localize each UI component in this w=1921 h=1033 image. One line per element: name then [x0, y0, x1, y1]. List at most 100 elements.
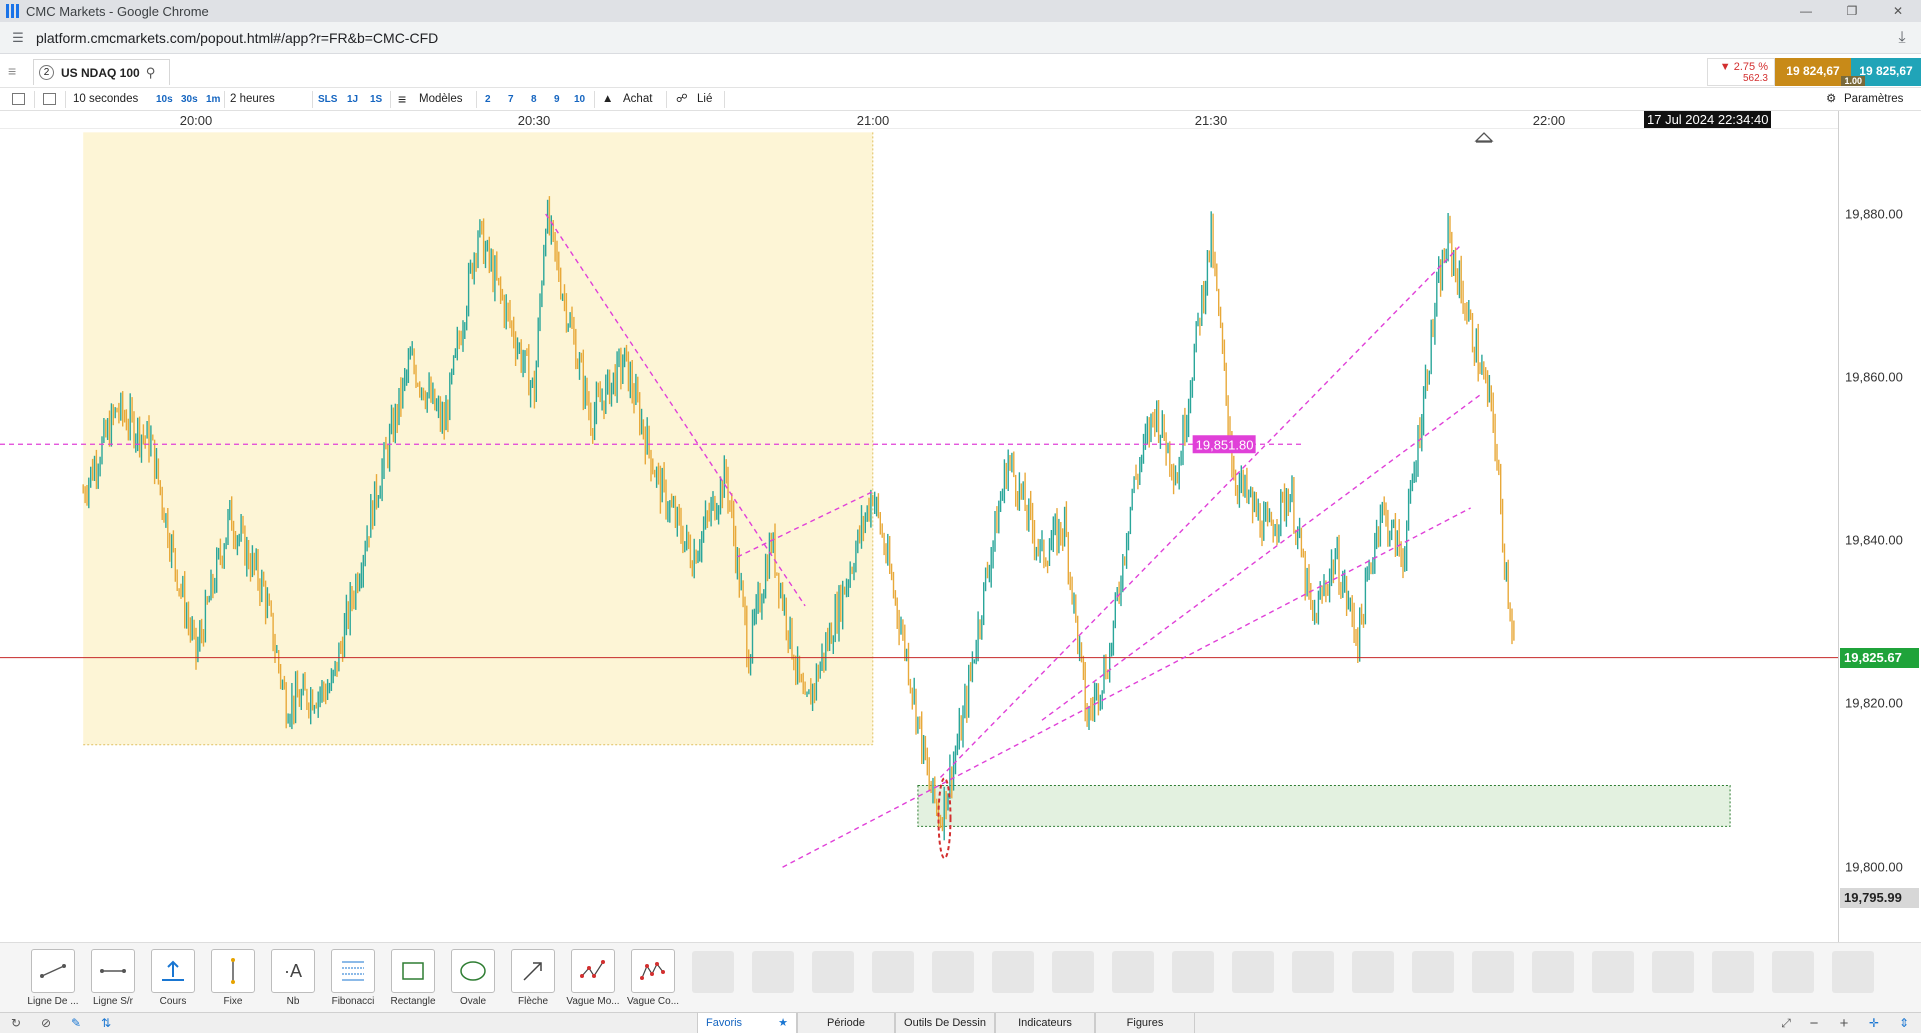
span-option-sls[interactable]: SLS — [318, 88, 337, 111]
tool-label: Vague Co... — [626, 996, 680, 1007]
sell-price-button[interactable]: 19 824,67 1.00 — [1775, 58, 1865, 86]
tool-fibonacci[interactable]: Fibonacci — [325, 949, 381, 1007]
minimize-icon[interactable]: — — [1783, 0, 1829, 22]
span-selector[interactable]: 2 heures — [230, 88, 275, 111]
tool-ellipse[interactable]: Ovale — [445, 949, 501, 1007]
zoom-out-icon[interactable]: − — [1806, 1016, 1822, 1031]
refresh-icon[interactable]: ↻ — [8, 1016, 24, 1031]
tab-label: Favoris — [706, 1017, 743, 1029]
tool-label: Flèche — [517, 996, 548, 1007]
buy-chart-icon[interactable]: ▲ — [602, 88, 613, 111]
empty-tool-slot[interactable] — [1772, 951, 1814, 993]
empty-tool-slot[interactable] — [992, 951, 1034, 993]
link-icon[interactable]: ☍ — [676, 88, 688, 111]
site-settings-icon[interactable]: ☰ — [10, 30, 26, 46]
close-icon[interactable]: ✕ — [1875, 0, 1921, 22]
tool-label: Fixe — [223, 996, 243, 1007]
tab-outils-de-dessin[interactable]: Outils De Dessin — [895, 1013, 995, 1033]
price-ticket: ▼ 2.75 % 562.3 19 824,67 1.00 19 825,67 — [1707, 58, 1921, 86]
search-icon[interactable]: ⚲ — [146, 65, 156, 81]
url-text[interactable]: platform.cmcmarkets.com/popout.html#/app… — [36, 30, 438, 46]
empty-tool-slot[interactable] — [1592, 951, 1634, 993]
empty-tool-slot[interactable] — [692, 951, 734, 993]
chart-canvas[interactable]: 19,851.80 — [0, 129, 1838, 942]
time-axis: 20:00 20:30 21:00 21:30 22:00 17 Jul 202… — [0, 111, 1838, 129]
pencil-icon[interactable]: ✎ — [68, 1016, 84, 1031]
tool-rectangle[interactable]: Rectangle — [385, 949, 441, 1007]
level-price-text: 19,851.80 — [1196, 437, 1254, 452]
vertical-expand-icon[interactable]: ⇕ — [1896, 1016, 1912, 1031]
empty-tool-slot[interactable] — [932, 951, 974, 993]
empty-tool-slot[interactable] — [1112, 951, 1154, 993]
tool-sr-line[interactable]: Ligne S/r — [85, 949, 141, 1007]
tool-impulse-wave[interactable]: Vague Mo... — [565, 949, 621, 1007]
tool-label: Rectangle — [390, 996, 436, 1007]
price-axis[interactable]: 19,880.00 19,860.00 19,840.00 19,820.00 … — [1838, 111, 1921, 942]
highlight-zone — [83, 132, 873, 745]
hamburger-menu-icon[interactable]: ≡ — [8, 64, 22, 78]
templates-button[interactable]: Modèles — [419, 88, 462, 111]
tool-label: Ligne De ... — [27, 996, 79, 1007]
interval-option-1m[interactable]: 1m — [206, 88, 220, 111]
interval-option-10s[interactable]: 10s — [156, 88, 173, 111]
tab-label: Indicateurs — [1018, 1017, 1072, 1029]
interval-selector[interactable]: 10 secondes — [73, 88, 138, 111]
list-icon[interactable] — [12, 93, 25, 105]
empty-tool-slot[interactable] — [1832, 951, 1874, 993]
template-10[interactable]: 10 — [574, 88, 585, 111]
text-tool-icon: ·A — [284, 960, 302, 981]
tool-label: Ovale — [459, 996, 487, 1007]
tab-favoris[interactable]: Favoris ★ — [697, 1013, 797, 1033]
templates-icon[interactable]: ≡ — [398, 88, 406, 111]
tab-figures[interactable]: Figures — [1095, 1013, 1195, 1033]
empty-tool-slot[interactable] — [1172, 951, 1214, 993]
restore-icon[interactable]: ❐ — [1829, 0, 1875, 22]
download-icon[interactable]: ⤓ — [1893, 29, 1911, 47]
tool-label: Vague Mo... — [566, 996, 620, 1007]
cancel-icon[interactable]: ⊘ — [38, 1016, 54, 1031]
empty-tool-slot[interactable] — [1232, 951, 1274, 993]
price-chart[interactable]: 19,851.80 — [0, 129, 1838, 942]
empty-tool-slot[interactable] — [752, 951, 794, 993]
fit-screen-icon[interactable]: ⤢ — [1778, 1016, 1794, 1031]
tool-text[interactable]: ·A Nb — [265, 949, 321, 1007]
tab-periode[interactable]: Période — [797, 1013, 895, 1033]
buy-chart-button[interactable]: Achat — [623, 88, 652, 111]
tool-trendline[interactable]: Ligne De ... — [25, 949, 81, 1007]
interval-option-30s[interactable]: 30s — [181, 88, 198, 111]
empty-tool-slot[interactable] — [1532, 951, 1574, 993]
magnet-icon[interactable]: ⇅ — [98, 1016, 114, 1031]
empty-tool-slot[interactable] — [872, 951, 914, 993]
zoom-in-icon[interactable]: + — [1836, 1016, 1852, 1031]
template-9[interactable]: 9 — [554, 88, 560, 111]
link-button[interactable]: Lié — [697, 88, 712, 111]
tool-fixed[interactable]: Fixe — [205, 949, 261, 1007]
tool-label: Cours — [159, 996, 187, 1007]
tool-price[interactable]: Cours — [145, 949, 201, 1007]
tab-indicateurs[interactable]: Indicateurs — [995, 1013, 1095, 1033]
empty-tool-slot[interactable] — [1652, 951, 1694, 993]
empty-tool-slot[interactable] — [1412, 951, 1454, 993]
empty-tool-slot[interactable] — [1292, 951, 1334, 993]
template-7[interactable]: 7 — [508, 88, 514, 111]
empty-tool-slot[interactable] — [812, 951, 854, 993]
settings-button[interactable]: Paramètres — [1844, 88, 1903, 111]
template-8[interactable]: 8 — [531, 88, 537, 111]
empty-tool-slot[interactable] — [1472, 951, 1514, 993]
span-option-1j[interactable]: 1J — [347, 88, 358, 111]
empty-tool-slot[interactable] — [1052, 951, 1094, 993]
address-bar: ☰ platform.cmcmarkets.com/popout.html#/a… — [0, 22, 1921, 54]
settings-icon[interactable]: ⚙ — [1826, 88, 1836, 111]
tool-arrow[interactable]: Flèche — [505, 949, 561, 1007]
instrument-tab[interactable]: 2 US NDAQ 100 ⚲ — [33, 59, 170, 85]
sell-price: 19 824,67 — [1786, 64, 1840, 78]
empty-tool-slot[interactable] — [1352, 951, 1394, 993]
span-option-1s[interactable]: 1S — [370, 88, 382, 111]
crosshair-icon[interactable]: ✛ — [1866, 1016, 1882, 1031]
vertical-line-icon — [231, 958, 235, 984]
tool-corrective-wave[interactable]: Vague Co... — [625, 949, 681, 1007]
template-2[interactable]: 2 — [485, 88, 491, 111]
empty-tool-slot[interactable] — [1712, 951, 1754, 993]
instrument-name: US NDAQ 100 — [61, 65, 140, 80]
layout-grid-icon[interactable] — [43, 93, 56, 105]
